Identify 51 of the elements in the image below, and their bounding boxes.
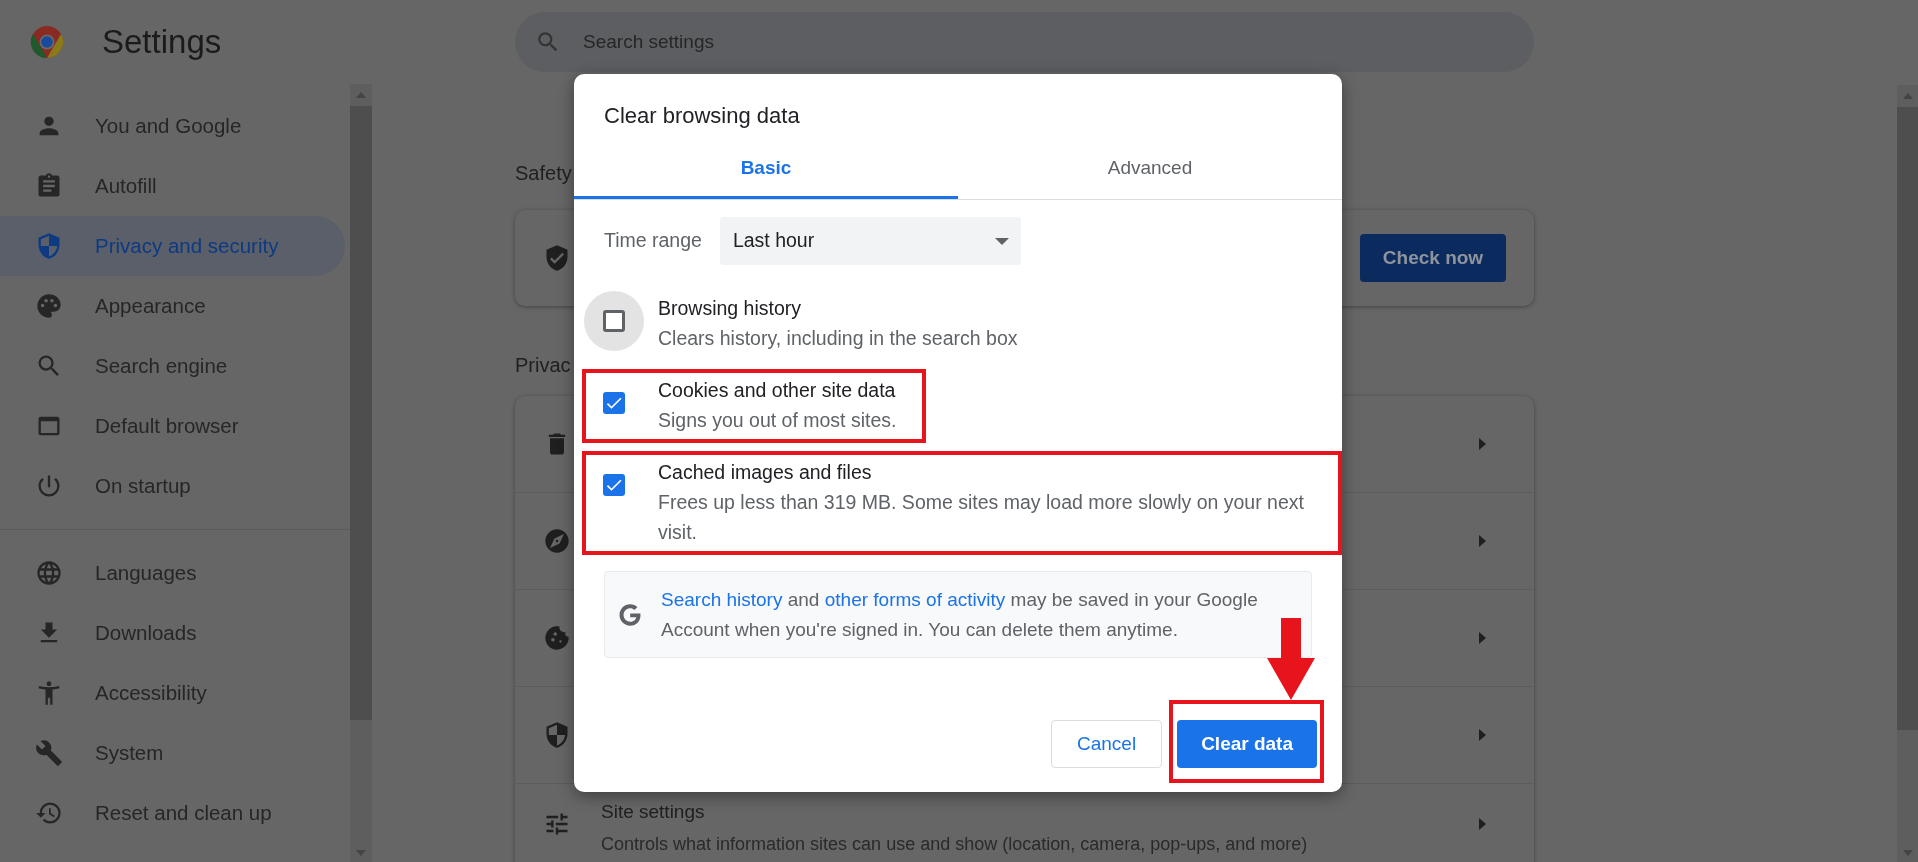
- check-now-button[interactable]: Check now: [1360, 234, 1506, 282]
- tab[interactable]: Basic: [574, 140, 958, 199]
- sidebar-item[interactable]: Appearance: [0, 276, 345, 336]
- palette-icon: [35, 292, 63, 320]
- row-title: Site settings: [601, 800, 706, 824]
- option-description: Frees up less than 319 MB. Some sites may load more slowly on your next visit.: [658, 490, 1305, 545]
- compass-icon: [543, 527, 571, 555]
- checkbox[interactable]: [603, 392, 625, 414]
- option-title: Browsing history: [658, 296, 803, 321]
- sidebar-item[interactable]: Autofill: [0, 156, 345, 216]
- chevron-icon: [1479, 818, 1486, 830]
- search-field[interactable]: Search settings: [515, 12, 1534, 72]
- wrench-icon: [35, 739, 63, 767]
- tab[interactable]: Advanced: [958, 140, 1342, 199]
- sidebar-item[interactable]: Accessibility: [0, 663, 345, 723]
- google-g-icon: [619, 603, 641, 626]
- cancel-button[interactable]: Cancel: [1050, 720, 1163, 768]
- chevron-icon: [1479, 632, 1486, 644]
- section-heading: Safety: [515, 161, 572, 182]
- info-link[interactable]: Search history: [661, 588, 783, 610]
- option-description: Signs you out of most sites.: [658, 408, 897, 433]
- sidebar-item[interactable]: System: [0, 723, 345, 783]
- info-text: Search history and other forms of activity may be saved in your Google Account when you're signed in. You can delete them anytime.: [661, 587, 1259, 642]
- sidebar-item[interactable]: Privacy and security: [0, 216, 345, 276]
- chevron-icon: [1479, 438, 1486, 450]
- browser-logo-icon: [30, 25, 64, 59]
- sidebar-item[interactable]: Downloads: [0, 603, 345, 663]
- globe-icon: [35, 559, 63, 587]
- field-label: Time range: [604, 228, 702, 254]
- time-range-dropdown[interactable]: Last hour: [719, 217, 1021, 265]
- chevron-icon: [1479, 535, 1486, 547]
- sidebar-item[interactable]: Default browser: [0, 396, 345, 456]
- section-heading: Privac: [515, 353, 571, 374]
- dialog-title: Clear browsing data: [603, 102, 801, 130]
- option-description: Clears history, including in the search box: [658, 326, 1018, 351]
- option-title: Cached images and files: [658, 460, 873, 485]
- chevron-icon: [1479, 729, 1486, 741]
- caret-icon: [994, 237, 1009, 245]
- sidebar-item[interactable]: Reset and clean up: [0, 783, 345, 843]
- checkbox[interactable]: [603, 474, 625, 496]
- sidebar-item[interactable]: You and Google: [0, 96, 345, 156]
- sidebar-item[interactable]: Languages: [0, 543, 345, 603]
- sidebar-item[interactable]: On startup: [0, 456, 345, 516]
- checkbox[interactable]: [603, 310, 625, 332]
- info-link[interactable]: other forms of activity: [824, 588, 1006, 610]
- clear-data-button[interactable]: Clear data: [1177, 720, 1317, 768]
- cookie-icon: [543, 624, 571, 652]
- option-title: Cookies and other site data: [658, 378, 897, 403]
- row-description: Controls what information sites can use and show (location, camera, pop-ups, and more): [601, 832, 1309, 856]
- page-title: Settings: [102, 22, 222, 63]
- sidebar-item[interactable]: Search engine: [0, 336, 345, 396]
